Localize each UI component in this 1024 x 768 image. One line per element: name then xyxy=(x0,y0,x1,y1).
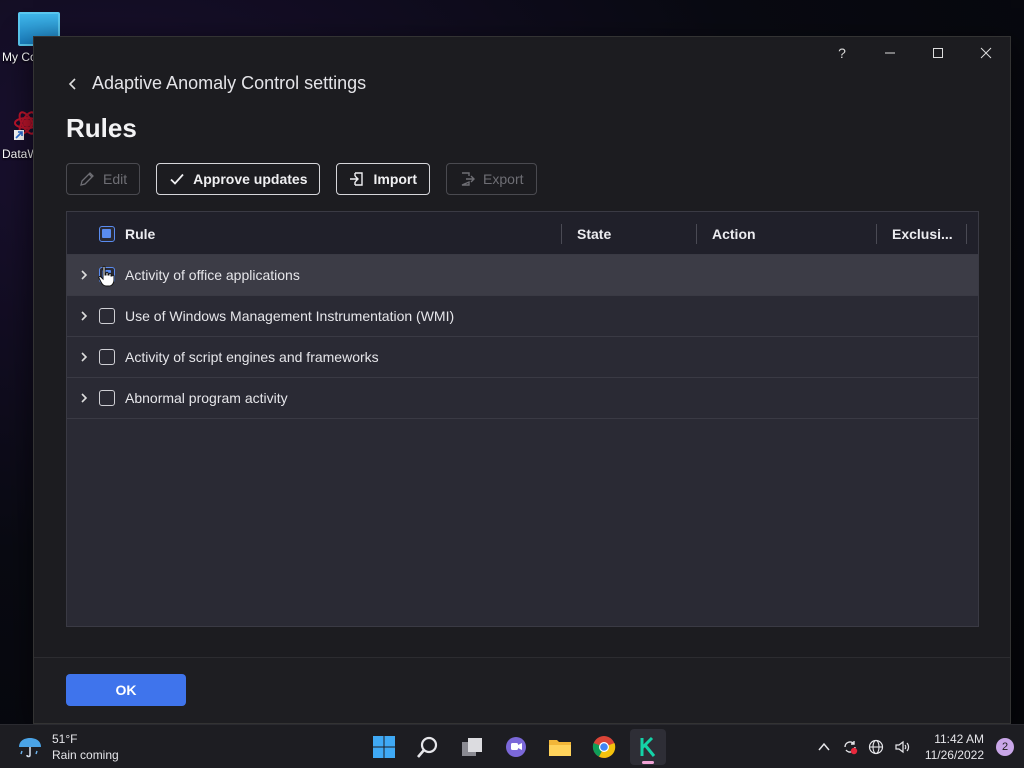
minimize-button[interactable] xyxy=(866,37,914,69)
edit-button[interactable]: Edit xyxy=(66,163,141,195)
table-row[interactable]: Use of Windows Management Instrumentatio… xyxy=(67,296,978,337)
column-resizer[interactable] xyxy=(876,224,877,244)
import-button-label: Import xyxy=(373,171,418,187)
teams-chat-icon xyxy=(506,737,526,757)
import-button[interactable]: Import xyxy=(336,163,431,195)
weather-temp: 51°F xyxy=(52,732,78,746)
chevron-right-icon[interactable] xyxy=(79,310,89,322)
notification-badge[interactable]: 2 xyxy=(996,738,1014,756)
row-checkbox[interactable] xyxy=(99,308,115,324)
back-title: Adaptive Anomaly Control settings xyxy=(92,73,367,93)
column-header-state[interactable]: State xyxy=(577,212,611,255)
column-label: State xyxy=(577,225,612,242)
column-header-rule[interactable]: Rule xyxy=(125,212,155,255)
edit-button-label: Edit xyxy=(103,171,128,187)
weather-widget[interactable]: 51°F Rain coming xyxy=(16,731,119,763)
maximize-icon xyxy=(933,48,943,58)
column-label: Rule xyxy=(125,225,156,242)
select-all-checkbox[interactable] xyxy=(99,225,115,242)
clock-date: 11/26/2022 xyxy=(924,748,984,762)
maximize-button[interactable] xyxy=(914,37,962,69)
file-explorer-icon xyxy=(549,740,571,756)
help-icon: ? xyxy=(838,45,846,61)
column-resizer[interactable] xyxy=(561,224,562,244)
column-resizer[interactable] xyxy=(966,224,967,244)
search-icon xyxy=(417,736,438,758)
settings-window: ? Adaptive Anomaly Control settings Rule… xyxy=(33,36,1011,724)
minimize-icon xyxy=(885,52,895,54)
help-button[interactable]: ? xyxy=(818,37,866,69)
show-hidden-icons-button[interactable] xyxy=(815,738,833,756)
row-checkbox[interactable] xyxy=(99,349,115,365)
rule-name: Activity of script engines and framework… xyxy=(125,349,379,365)
weather-desc: Rain coming xyxy=(52,748,119,762)
desktop-icon-label: My Co xyxy=(2,50,34,64)
export-button-label: Export xyxy=(483,171,524,187)
system-tray: 11:42 AM 11/26/2022 2 xyxy=(815,731,1014,763)
column-label: Action xyxy=(712,225,756,242)
table-row[interactable]: Activity of script engines and framework… xyxy=(67,337,978,378)
import-icon xyxy=(350,172,364,186)
sync-alert-icon xyxy=(844,741,858,755)
toolbar: Edit Approve updates Import Export xyxy=(66,163,537,195)
page-title: Rules xyxy=(66,113,137,143)
umbrella-rain-icon xyxy=(19,738,41,758)
chevron-right-icon[interactable] xyxy=(79,392,89,404)
table-header: Rule State Action Exclusi... xyxy=(67,212,978,255)
table-row[interactable]: Activity of office applications xyxy=(67,255,978,296)
chevron-up-icon xyxy=(818,742,830,751)
approve-updates-label: Approve updates xyxy=(193,171,308,187)
export-icon xyxy=(461,172,476,186)
rules-table: Rule State Action Exclusi... Activity of… xyxy=(66,211,979,627)
kaspersky-icon xyxy=(640,736,656,757)
sync-status-button[interactable] xyxy=(841,738,859,756)
teams-chat-button[interactable] xyxy=(498,729,534,765)
windows-start-icon xyxy=(373,736,395,758)
chrome-icon xyxy=(592,736,616,758)
task-view-button[interactable] xyxy=(454,729,490,765)
breadcrumb[interactable]: Adaptive Anomaly Control settings xyxy=(66,73,366,94)
file-explorer-button[interactable] xyxy=(542,729,578,765)
checkmark-icon xyxy=(170,173,184,185)
desktop-icon-label: DataW xyxy=(2,147,34,161)
column-header-exclusions[interactable]: Exclusi... xyxy=(892,212,953,255)
chrome-button[interactable] xyxy=(586,729,622,765)
column-header-action[interactable]: Action xyxy=(712,212,756,255)
rule-name: Use of Windows Management Instrumentatio… xyxy=(125,308,455,324)
taskbar-apps xyxy=(366,729,666,765)
close-icon xyxy=(980,47,992,59)
select-all-cell xyxy=(99,212,115,255)
clock-time: 11:42 AM xyxy=(934,732,984,746)
speaker-icon xyxy=(895,740,909,754)
row-checkbox[interactable] xyxy=(99,390,115,406)
clock[interactable]: 11:42 AM 11/26/2022 xyxy=(925,731,984,763)
search-button[interactable] xyxy=(410,729,446,765)
column-resizer[interactable] xyxy=(696,224,697,244)
chevron-right-icon[interactable] xyxy=(79,351,89,363)
rule-name: Activity of office applications xyxy=(125,267,300,283)
dialog-footer: OK xyxy=(34,657,1010,723)
table-row[interactable]: Abnormal program activity xyxy=(67,378,978,419)
close-button[interactable] xyxy=(962,37,1010,69)
window-controls: ? xyxy=(818,37,1010,69)
globe-icon xyxy=(868,739,883,755)
network-button[interactable] xyxy=(867,738,885,756)
export-button[interactable]: Export xyxy=(446,163,537,195)
rule-name: Abnormal program activity xyxy=(125,390,288,406)
back-arrow-icon[interactable] xyxy=(66,77,80,91)
kaspersky-button[interactable] xyxy=(630,729,666,765)
hand-cursor-icon xyxy=(98,265,115,287)
approve-updates-button[interactable]: Approve updates xyxy=(156,163,321,195)
start-button[interactable] xyxy=(366,729,402,765)
ok-button[interactable]: OK xyxy=(66,674,186,706)
task-view-icon xyxy=(462,738,482,756)
column-label: Exclusi... xyxy=(892,225,953,242)
taskbar: 51°F Rain coming 11:42 AM 11/26/2022 2 xyxy=(0,724,1024,768)
pencil-icon xyxy=(80,172,94,186)
chevron-right-icon[interactable] xyxy=(79,269,89,281)
volume-button[interactable] xyxy=(893,738,911,756)
